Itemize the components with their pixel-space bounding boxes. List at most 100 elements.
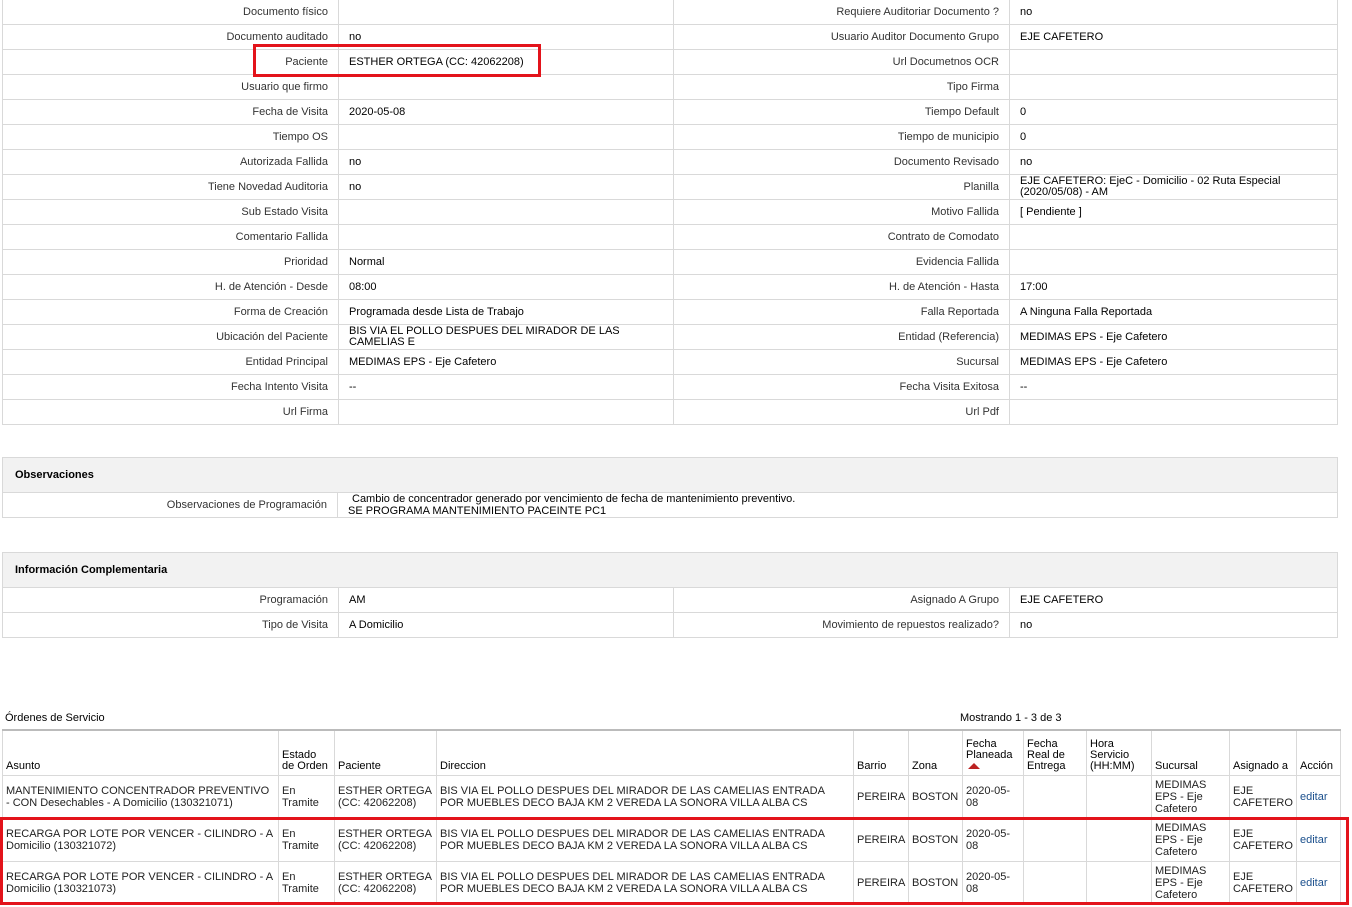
detail-label: Requiere Auditoriar Documento ? [673,0,1010,25]
detail-value: [ Pendiente ] [1009,199,1338,225]
complementaria-header: Información Complementaria [2,552,1338,587]
detail-label: Evidencia Fallida [673,249,1010,275]
detail-value: -- [338,374,674,400]
detail-label: Entidad (Referencia) [673,324,1010,350]
orders-col-header[interactable]: Acción [1296,729,1341,776]
detail-label: Tiempo Default [673,99,1010,125]
detail-label: Prioridad [2,249,339,275]
visit-detail-table: Documento físico Requiere Auditoriar Docu… [2,0,1338,425]
order-cell-fecha: 2020-05-08 [962,775,1024,819]
orders-col-header[interactable]: Fecha Real de Entrega [1023,729,1087,776]
orders-col-header-label: Fecha Real de Entrega [1027,738,1066,772]
detail-value: 0 [1009,124,1338,150]
detail-label: Entidad Principal [2,349,339,375]
detail-value: Programada desde Lista de Trabajo [338,299,674,325]
orders-col-header-label: Direccion [440,760,486,772]
complementaria-value: A Domicilio [338,612,674,638]
detail-row: Documento auditado no Usuario Auditor Docu… [2,24,1338,50]
detail-label: H. de Atención - Hasta [673,274,1010,300]
detail-row: H. de Atención - Desde 08:00 H. de Atenció… [2,274,1338,300]
detail-label: Planilla [673,174,1010,200]
order-cell-sucursal: MEDIMAS EPS - Eje Cafetero [1151,861,1230,905]
orders-col-header[interactable]: Asunto [2,729,279,776]
complementaria-value: no [1009,612,1338,638]
orders-col-header-label: Asunto [6,760,41,772]
detail-value: 08:00 [338,274,674,300]
order-cell-hora [1086,775,1152,819]
detail-label: H. de Atención - Desde [2,274,339,300]
orders-col-header[interactable]: Hora Servicio (HH:MM) [1086,729,1152,776]
detail-label: Tiene Novedad Auditoria [2,174,339,200]
detail-value: no [338,174,674,200]
detail-value: EJE CAFETERO: EjeC - Domicilio - 02 Ruta… [1009,174,1338,200]
orders-col-header[interactable]: Zona [908,729,963,776]
order-cell-sucursal: MEDIMAS EPS - Eje Cafetero [1151,818,1230,862]
orders-col-header-label: Barrio [857,760,887,772]
detail-value: 0 [1009,99,1338,125]
detail-label: Documento auditado [2,24,339,50]
detail-value [1009,399,1338,425]
order-cell-estado: En Tramite [278,861,335,905]
order-cell-real [1023,861,1087,905]
orders-col-header[interactable]: Barrio [853,729,909,776]
detail-row: Tiempo OS Tiempo de municipio 0 [2,124,1338,150]
order-cell-real [1023,818,1087,862]
order-cell-asunto: RECARGA POR LOTE POR VENCER - CILINDRO -… [2,818,279,862]
detail-label: Documento Revisado [673,149,1010,175]
detail-label: Motivo Fallida [673,199,1010,225]
detail-value: MEDIMAS EPS - Eje Cafetero [338,349,674,375]
detail-value [338,399,674,425]
detail-value: 17:00 [1009,274,1338,300]
order-cell-asignado: EJE CAFETERO [1229,818,1297,862]
detail-value [338,124,674,150]
orders-col-header[interactable]: Paciente [334,729,437,776]
order-row: RECARGA POR LOTE POR VENCER - CILINDRO -… [2,818,1341,862]
order-cell-sucursal: MEDIMAS EPS - Eje Cafetero [1151,775,1230,819]
orders-col-header-label: Sucursal [1155,760,1198,772]
detail-label: Fecha de Visita [2,99,339,125]
detail-row: Fecha Intento Visita -- Fecha Visita Exito… [2,374,1338,400]
detail-label: Sub Estado Visita [2,199,339,225]
detail-value [1009,74,1338,100]
detail-label: Usuario Auditor Documento Grupo [673,24,1010,50]
detail-label: Url Pdf [673,399,1010,425]
order-cell-paciente: ESTHER ORTEGA (CC: 42062208) [334,818,437,862]
order-cell-accion: editar [1296,861,1341,905]
order-cell-asignado: EJE CAFETERO [1229,861,1297,905]
detail-value: MEDIMAS EPS - Eje Cafetero [1009,349,1338,375]
detail-label: Contrato de Comodato [673,224,1010,250]
orders-col-header[interactable]: Estado de Orden [278,729,335,776]
orders-col-header-label: Asignado a [1233,760,1289,772]
edit-link[interactable]: editar [1300,877,1328,889]
observaciones-label: Observaciones de Programación [2,492,338,518]
detail-row: Sub Estado Visita Motivo Fallida[ Pendien… [2,199,1338,225]
detail-label: Fecha Visita Exitosa [673,374,1010,400]
orders-col-header[interactable]: Sucursal [1151,729,1230,776]
detail-value: ESTHER ORTEGA (CC: 42062208) [338,49,674,75]
orders-table: Asunto Estado de Orden Paciente Direccion Ba… [2,729,1341,905]
orders-count: Mostrando 1 - 3 de 3 [960,712,1062,724]
orders-col-header[interactable]: Direccion [436,729,854,776]
detail-row: Comentario Fallida Contrato de Comodato [2,224,1338,250]
edit-link[interactable]: editar [1300,791,1328,803]
complementaria-value: AM [338,587,674,613]
orders-col-header-label: Estado de Orden [282,749,328,772]
sort-up-arrow-icon[interactable] [968,763,980,770]
orders-col-header[interactable]: Fecha Planeada [962,729,1024,776]
detail-row: Prioridad Normal Evidencia Fallida [2,249,1338,275]
observaciones-line-1: Cambio de concentrador generado por venc… [352,493,796,505]
order-cell-barrio: PEREIRA [853,861,909,905]
detail-value: no [1009,0,1338,25]
detail-label: Sucursal [673,349,1010,375]
order-cell-real [1023,775,1087,819]
detail-label: Tiempo de municipio [673,124,1010,150]
detail-label: Documento físico [2,0,339,25]
edit-link[interactable]: editar [1300,834,1328,846]
complementaria-label: Asignado A Grupo [673,587,1010,613]
orders-col-header[interactable]: Asignado a [1229,729,1297,776]
order-cell-paciente: ESTHER ORTEGA (CC: 42062208) [334,775,437,819]
order-cell-direccion: BIS VIA EL POLLO DESPUES DEL MIRADOR DE … [436,818,854,862]
detail-label: Url Documetnos OCR [673,49,1010,75]
complementaria-label: Tipo de Visita [2,612,339,638]
order-cell-zona: BOSTON [908,861,963,905]
